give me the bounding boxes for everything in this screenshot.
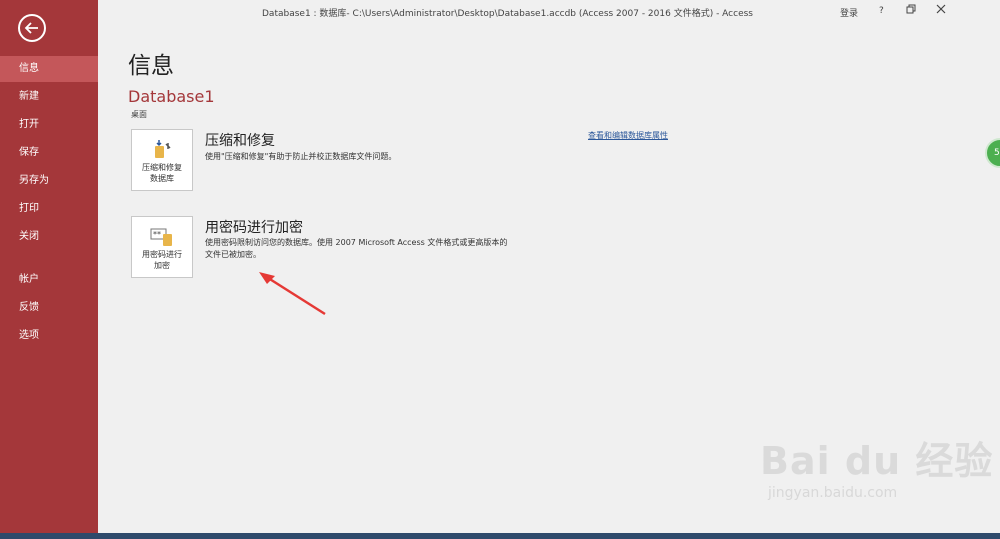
sidebar-item-new[interactable]: 新建	[0, 84, 98, 110]
encrypt-with-password-button[interactable]: ** 用密码进行加密	[131, 216, 193, 278]
sidebar-item-close[interactable]: 关闭	[0, 224, 98, 250]
sidebar-item-feedback[interactable]: 反馈	[0, 295, 98, 321]
encrypt-password-icon: **	[150, 228, 172, 246]
baidu-watermark: Bai du 经验 jingyan.baidu.com	[760, 430, 993, 501]
database-location: 桌面	[131, 110, 147, 119]
restore-icon[interactable]	[906, 4, 916, 17]
sidebar-item-save-as[interactable]: 另存为	[0, 168, 98, 194]
encrypt-description: 使用密码限制访问您的数据库。使用 2007 Microsoft Access 文…	[205, 237, 545, 261]
sidebar-item-print[interactable]: 打印	[0, 196, 98, 222]
compact-title: 压缩和修复	[205, 133, 275, 149]
back-arrow-icon[interactable]	[18, 14, 46, 42]
help-button[interactable]: ?	[879, 6, 884, 16]
watermark-sub: jingyan.baidu.com	[768, 485, 898, 501]
compact-repair-icon	[155, 140, 171, 158]
title-bar: Database1 : 数据库- C:\Users\Administrator\…	[98, 0, 1000, 24]
compact-description: 使用"压缩和修复"有助于防止并校正数据库文件问题。	[205, 152, 397, 161]
encrypt-desc-line1: 使用密码限制访问您的数据库。使用 2007 Microsoft Access 文…	[205, 238, 508, 247]
sidebar-item-options[interactable]: 选项	[0, 323, 98, 349]
annotation-arrow-icon	[259, 272, 326, 316]
page-title: 信息	[128, 53, 174, 79]
backstage-sidebar: 信息 新建 打开 保存 另存为 打印 关闭 帐户 反馈 选项	[0, 0, 98, 533]
encrypt-label-line2: 加密	[154, 261, 170, 270]
compact-repair-button[interactable]: 压缩和修复 数据库	[131, 129, 193, 191]
close-window-icon[interactable]	[936, 4, 946, 17]
encrypt-desc-line2: 文件已被加密。	[205, 250, 261, 259]
floating-badge[interactable]: 56	[985, 138, 1000, 168]
svg-text:**: **	[153, 230, 161, 239]
compact-label-line1: 压缩和修复	[142, 163, 182, 172]
sidebar-item-save[interactable]: 保存	[0, 140, 98, 166]
taskbar	[0, 533, 1000, 539]
encrypt-title: 用密码进行加密	[205, 220, 303, 236]
database-name: Database1	[128, 87, 215, 106]
encrypt-label-line1: 用密码进行	[142, 250, 182, 259]
sign-in-link[interactable]: 登录	[840, 6, 858, 19]
compact-label-line2: 数据库	[150, 174, 174, 183]
sidebar-item-account[interactable]: 帐户	[0, 267, 98, 293]
view-edit-properties-link[interactable]: 查看和编辑数据库属性	[588, 130, 668, 141]
sidebar-item-open[interactable]: 打开	[0, 112, 98, 138]
watermark-main: Bai du 经验	[760, 439, 994, 483]
window-title: Database1 : 数据库- C:\Users\Administrator\…	[262, 9, 753, 19]
sidebar-item-info[interactable]: 信息	[0, 56, 98, 82]
